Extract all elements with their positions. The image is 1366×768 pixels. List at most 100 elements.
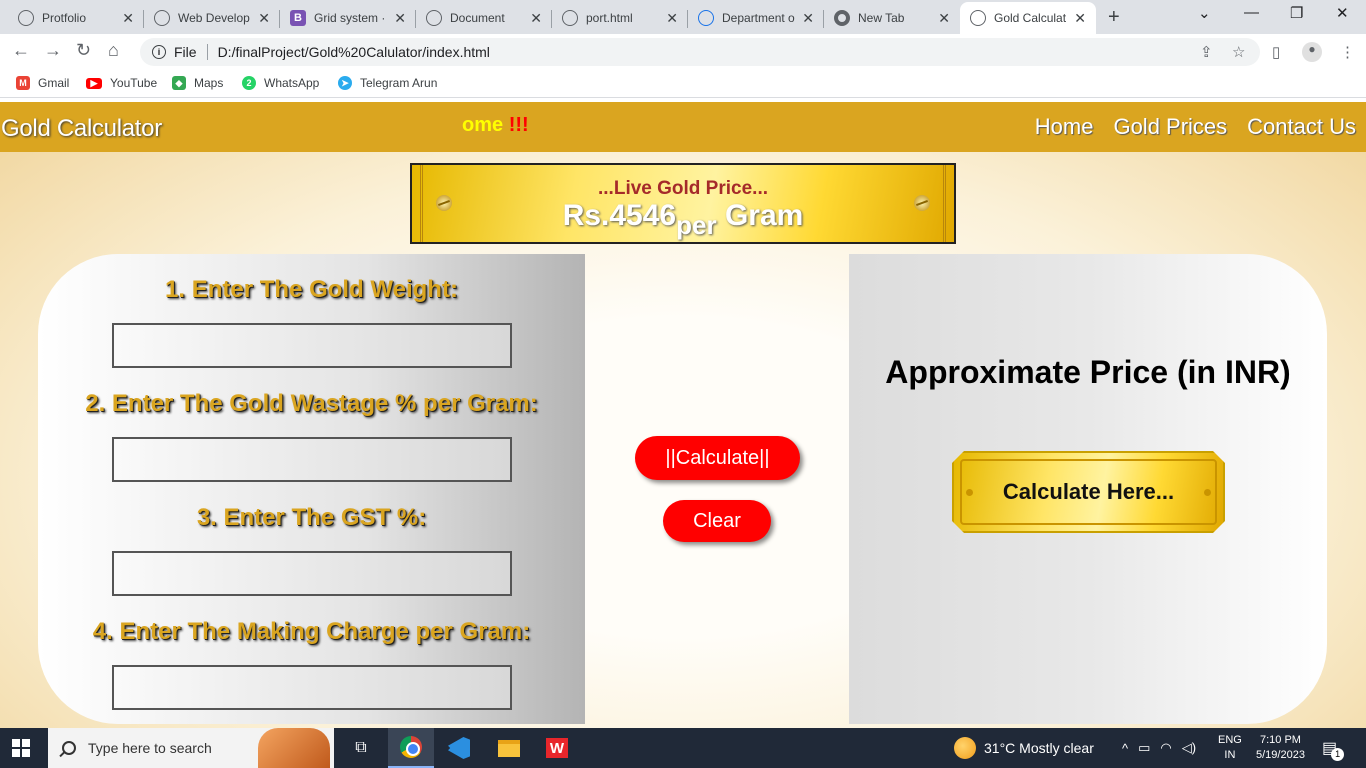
task-view-icon[interactable]: ⧉ bbox=[338, 728, 384, 768]
new-tab-button[interactable]: + bbox=[1108, 6, 1120, 29]
windows-start-icon[interactable] bbox=[12, 739, 30, 757]
close-icon[interactable]: ✕ bbox=[122, 10, 134, 27]
gst-label: 3. Enter The GST %: bbox=[196, 504, 427, 531]
profile-avatar[interactable]: ● bbox=[1302, 42, 1322, 62]
star-icon[interactable]: ☆ bbox=[1232, 43, 1245, 61]
tab-port-html[interactable]: port.html ✕ bbox=[552, 2, 688, 34]
close-icon[interactable]: ✕ bbox=[258, 10, 270, 27]
browser-toolbar: ← → ↻ ⌂ i File D:/finalProject/Gold%20Ca… bbox=[0, 34, 1366, 70]
volume-icon[interactable]: ◁) bbox=[1182, 740, 1196, 756]
youtube-icon: ▶ bbox=[86, 77, 102, 89]
calculate-button[interactable]: ||Calculate|| bbox=[635, 436, 800, 480]
globe-icon bbox=[562, 10, 578, 26]
home-icon[interactable]: ⌂ bbox=[108, 40, 119, 61]
bookmark-label: Gmail bbox=[38, 76, 70, 90]
tab-gold-calculator[interactable]: Gold Calculat ✕ bbox=[960, 2, 1096, 34]
bookmark-label: WhatsApp bbox=[264, 76, 320, 90]
taskbar-search[interactable]: Type here to search bbox=[48, 728, 334, 768]
file-explorer-icon[interactable] bbox=[486, 728, 532, 768]
tab-grid-system[interactable]: B Grid system · ✕ bbox=[280, 2, 416, 34]
gst-input[interactable] bbox=[112, 551, 512, 596]
side-panel-icon[interactable]: ▯ bbox=[1272, 43, 1280, 61]
close-window-button[interactable]: ✕ bbox=[1336, 4, 1349, 22]
windows-taskbar: Type here to search ⧉ W 31°C Mostly clea… bbox=[0, 728, 1366, 768]
gmail-icon: M bbox=[16, 76, 30, 90]
nav-link-home[interactable]: Home bbox=[1035, 114, 1094, 140]
tab-label: Document bbox=[450, 11, 505, 25]
gold-calculator-page: Gold Calculator ome !!! Home Gold Prices… bbox=[0, 102, 1366, 728]
back-arrow-icon[interactable]: ← bbox=[12, 40, 30, 61]
tab-label: Department o bbox=[722, 11, 795, 25]
clock-date: 5/19/2023 bbox=[1256, 749, 1305, 761]
tab-label: Grid system · bbox=[314, 11, 386, 25]
bookmark-gmail[interactable]: M Gmail bbox=[16, 76, 69, 90]
weather-moon-icon bbox=[954, 737, 976, 759]
tab-new-tab[interactable]: New Tab ✕ bbox=[824, 2, 960, 34]
info-icon[interactable]: i bbox=[152, 45, 166, 59]
bookmark-maps[interactable]: ◆ Maps bbox=[172, 76, 223, 90]
tab-label: Web Develop bbox=[178, 11, 250, 25]
tab-search-chevron-icon[interactable]: ⌄ bbox=[1198, 4, 1211, 22]
notification-center-icon[interactable]: ▤ 1 bbox=[1322, 728, 1345, 768]
tab-label: New Tab bbox=[858, 11, 905, 25]
close-icon[interactable]: ✕ bbox=[394, 10, 406, 27]
telegram-icon: ➤ bbox=[338, 76, 352, 90]
making-charge-input[interactable] bbox=[112, 665, 512, 710]
maps-icon: ◆ bbox=[172, 76, 186, 90]
input-panel: 1. Enter The Gold Weight: 2. Enter The G… bbox=[38, 254, 585, 724]
tab-department[interactable]: Department o ✕ bbox=[688, 2, 824, 34]
bookmarks-bar: M Gmail ▶ YouTube ◆ Maps 2 WhatsApp ➤ Te… bbox=[0, 70, 1366, 98]
close-icon[interactable]: ✕ bbox=[938, 10, 950, 27]
making-charge-label: 4. Enter The Making Charge per Gram: bbox=[92, 618, 531, 645]
restore-button[interactable]: ❐ bbox=[1290, 4, 1303, 22]
site-brand[interactable]: Gold Calculator bbox=[1, 115, 162, 143]
tab-document[interactable]: Document ✕ bbox=[416, 2, 552, 34]
gold-weight-label: 1. Enter The Gold Weight: bbox=[165, 276, 458, 303]
minimize-button[interactable]: — bbox=[1244, 4, 1259, 21]
tab-protfolio[interactable]: Protfolio ✕ bbox=[8, 2, 144, 34]
tab-label: port.html bbox=[586, 11, 633, 25]
close-icon[interactable]: ✕ bbox=[530, 10, 542, 27]
battery-icon[interactable]: ▭ bbox=[1138, 740, 1150, 756]
wifi-icon[interactable]: ◠ bbox=[1160, 740, 1171, 756]
tab-web-develop[interactable]: Web Develop ✕ bbox=[144, 2, 280, 34]
live-price-title: ...Live Gold Price... bbox=[598, 178, 768, 199]
chrome-taskbar-icon[interactable] bbox=[388, 728, 434, 768]
share-icon[interactable]: ⇪ bbox=[1200, 43, 1213, 61]
search-highlight-image bbox=[258, 728, 330, 768]
scheme-label: File bbox=[174, 44, 197, 60]
forward-arrow-icon[interactable]: → bbox=[44, 40, 62, 61]
result-text: Calculate Here... bbox=[1002, 479, 1175, 504]
reload-icon[interactable]: ↻ bbox=[76, 40, 91, 61]
gear-globe-icon bbox=[698, 10, 714, 26]
welcome-marquee: ome !!! bbox=[462, 114, 529, 136]
site-navbar: Gold Calculator ome !!! Home Gold Prices… bbox=[0, 102, 1366, 152]
browser-tab-bar: Protfolio ✕ Web Develop ✕ B Grid system … bbox=[0, 0, 1366, 34]
globe-icon bbox=[154, 10, 170, 26]
wastage-input[interactable] bbox=[112, 437, 512, 482]
vscode-taskbar-icon[interactable] bbox=[436, 728, 482, 768]
bookmark-whatsapp[interactable]: 2 WhatsApp bbox=[242, 76, 319, 90]
nav-link-gold-prices[interactable]: Gold Prices bbox=[1113, 114, 1227, 140]
bookmark-youtube[interactable]: ▶ YouTube bbox=[86, 76, 157, 90]
chevron-up-icon[interactable]: ^ bbox=[1122, 741, 1128, 756]
bookmark-label: Telegram Arun bbox=[360, 76, 438, 90]
chrome-icon bbox=[834, 10, 850, 26]
menu-kebab-icon[interactable]: ⋮ bbox=[1340, 43, 1355, 61]
nav-links: Home Gold Prices Contact Us bbox=[1035, 114, 1356, 140]
address-bar[interactable]: i File D:/finalProject/Gold%20Calulator/… bbox=[140, 38, 1260, 66]
language-indicator[interactable]: ENG IN bbox=[1218, 728, 1242, 768]
clear-button[interactable]: Clear bbox=[663, 500, 771, 542]
gold-weight-input[interactable] bbox=[112, 323, 512, 368]
bookmark-telegram[interactable]: ➤ Telegram Arun bbox=[338, 76, 437, 90]
close-icon[interactable]: ✕ bbox=[666, 10, 678, 27]
wps-office-icon[interactable]: W bbox=[534, 728, 580, 768]
nav-link-contact-us[interactable]: Contact Us bbox=[1247, 114, 1356, 140]
clock[interactable]: 7:10 PM 5/19/2023 bbox=[1256, 728, 1305, 768]
close-icon[interactable]: ✕ bbox=[1074, 10, 1086, 27]
weather-widget[interactable]: 31°C Mostly clear bbox=[954, 728, 1094, 768]
live-price-value: Rs.4546per Gram bbox=[562, 199, 804, 240]
close-icon[interactable]: ✕ bbox=[802, 10, 814, 27]
system-tray-icons[interactable]: ^ ▭ ◠ ◁) bbox=[1122, 728, 1196, 768]
globe-icon bbox=[426, 10, 442, 26]
